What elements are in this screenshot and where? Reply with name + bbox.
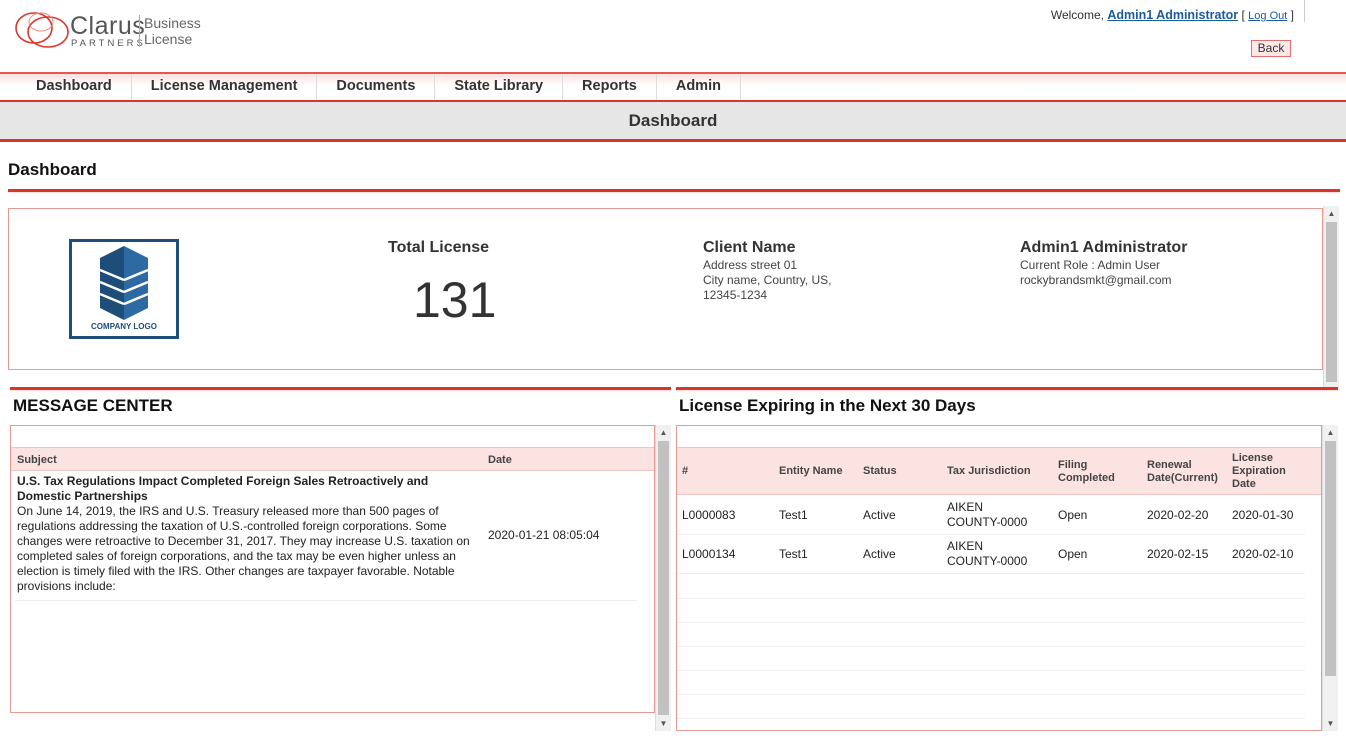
- column-header-filing-completed[interactable]: Filing Completed: [1058, 459, 1128, 485]
- scroll-up-icon[interactable]: ▲: [1324, 206, 1339, 221]
- nav-item-admin[interactable]: Admin: [657, 74, 741, 100]
- empty-row-divider: [677, 622, 1305, 623]
- message-subject: U.S. Tax Regulations Impact Completed Fo…: [17, 474, 429, 503]
- building-icon: [99, 246, 149, 320]
- expiring-scrollbar[interactable]: ▲ ▼: [1322, 425, 1338, 731]
- scroll-thumb[interactable]: [658, 441, 669, 715]
- page-title: Dashboard: [8, 160, 97, 179]
- app-header: Clarus PARTNERS Business License Welcome…: [0, 0, 1346, 72]
- table-header: # Entity Name Status Tax Jurisdiction Fi…: [677, 447, 1321, 495]
- logout-link[interactable]: Log Out: [1248, 10, 1287, 22]
- scroll-thumb[interactable]: [1326, 222, 1337, 382]
- nav-item-state-library[interactable]: State Library: [435, 74, 564, 100]
- admin-name: Admin1 Administrator: [1020, 239, 1188, 256]
- message-scrollbar[interactable]: ▲ ▼: [655, 425, 671, 731]
- table-row[interactable]: L0000134 Test1 Active AIKEN COUNTY-0000 …: [677, 535, 1305, 574]
- total-license-value: 131: [413, 272, 497, 328]
- column-header-expiration-date[interactable]: License Expiration Date: [1232, 452, 1292, 491]
- nav-item-documents[interactable]: Documents: [317, 74, 436, 100]
- column-header-entity-name[interactable]: Entity Name: [779, 465, 843, 478]
- empty-row-divider: [677, 718, 1305, 719]
- expiring-title: License Expiring in the Next 30 Days: [679, 396, 976, 415]
- cell-expiration: 2020-02-10: [1232, 547, 1294, 561]
- product-line-1: Business: [144, 15, 201, 31]
- welcome-area: Welcome, Admin1 Administrator [ Log Out …: [1051, 8, 1294, 22]
- empty-row-divider: [677, 646, 1305, 647]
- admin-email: rockybrandsmkt@gmail.com: [1020, 273, 1172, 287]
- summary-panel: COMPANY LOGO Total License 131 Client Na…: [8, 208, 1323, 370]
- heading-divider: [8, 189, 1340, 194]
- admin-role: Current Role : Admin User: [1020, 258, 1161, 272]
- nav-item-license-management[interactable]: License Management: [132, 74, 318, 100]
- nav-item-reports[interactable]: Reports: [563, 74, 657, 100]
- empty-row-divider: [677, 598, 1305, 599]
- cell-filing: Open: [1058, 547, 1088, 561]
- client-address-line: Address street 01: [703, 258, 798, 272]
- bracket-close: ]: [1290, 8, 1294, 22]
- table-row[interactable]: L0000083 Test1 Active AIKEN COUNTY-0000 …: [677, 496, 1305, 535]
- row-divider: [15, 600, 637, 601]
- cell-entity: Test1: [779, 547, 808, 561]
- client-name: Client Name: [703, 239, 796, 256]
- company-logo-text: COMPANY LOGO: [91, 322, 157, 331]
- cell-expiration: 2020-01-30: [1232, 508, 1294, 522]
- cell-status: Active: [863, 547, 896, 561]
- message-center-rule: [10, 387, 671, 392]
- admin-info: Current Role : Admin User rockybrandsmkt…: [1020, 258, 1172, 288]
- logo-divider: [139, 15, 140, 47]
- scroll-up-icon[interactable]: ▲: [1323, 425, 1338, 440]
- scroll-up-icon[interactable]: ▲: [656, 425, 671, 440]
- brand-name: Clarus: [70, 12, 146, 40]
- page-titlebar: Dashboard: [0, 102, 1346, 142]
- product-line-2: License: [144, 31, 193, 47]
- cell-renewal: 2020-02-20: [1147, 508, 1209, 522]
- message-date: 2020-01-21 08:05:04: [488, 528, 600, 542]
- bracket-open: [: [1241, 8, 1245, 22]
- scroll-down-icon[interactable]: ▼: [1323, 716, 1338, 731]
- product-name: Business License: [144, 15, 201, 47]
- scroll-thumb[interactable]: [1325, 441, 1336, 676]
- welcome-text: Welcome,: [1050, 8, 1104, 22]
- message-center-title: MESSAGE CENTER: [13, 396, 173, 415]
- column-header-status[interactable]: Status: [863, 465, 897, 478]
- page-scrollbar[interactable]: ▲: [1323, 206, 1339, 388]
- nav-item-dashboard[interactable]: Dashboard: [17, 74, 132, 100]
- cell-renewal: 2020-02-15: [1147, 547, 1209, 561]
- main-nav: Dashboard License Management Documents S…: [0, 72, 1346, 102]
- column-header-tax-jurisdiction[interactable]: Tax Jurisdiction: [947, 465, 1031, 478]
- client-address: Address street 01 City name, Country, US…: [703, 258, 831, 303]
- column-header-number[interactable]: #: [682, 465, 688, 478]
- column-header-date[interactable]: Date: [488, 454, 512, 466]
- column-header-subject[interactable]: Subject: [17, 454, 57, 466]
- user-profile-link[interactable]: Admin1 Administrator: [1107, 8, 1238, 22]
- cell-entity: Test1: [779, 508, 808, 522]
- column-header-renewal-date[interactable]: Renewal Date(Current): [1147, 459, 1227, 485]
- brand-sub: PARTNERS: [71, 38, 146, 49]
- scroll-down-icon[interactable]: ▼: [656, 716, 671, 731]
- table-header: Subject Date: [11, 447, 654, 471]
- cell-jurisdiction: AIKEN COUNTY-0000: [947, 539, 1028, 568]
- cell-status: Active: [863, 508, 896, 522]
- cell-number: L0000083: [682, 508, 736, 522]
- client-address-line: 12345-1234: [703, 288, 768, 302]
- back-button[interactable]: Back: [1251, 40, 1291, 57]
- message-body: On June 14, 2019, the IRS and U.S. Treas…: [17, 504, 470, 593]
- empty-row-divider: [677, 670, 1305, 671]
- company-logo: COMPANY LOGO: [69, 239, 179, 339]
- total-license-label: Total License: [388, 239, 490, 256]
- empty-row-divider: [677, 694, 1305, 695]
- message-center-table: Subject Date U.S. Tax Regulations Impact…: [10, 425, 655, 713]
- cell-filing: Open: [1058, 508, 1088, 522]
- message-item[interactable]: U.S. Tax Regulations Impact Completed Fo…: [17, 474, 472, 594]
- clarus-logo[interactable]: Clarus PARTNERS Business License: [14, 8, 214, 52]
- header-divider: [1304, 0, 1305, 22]
- logo-rings-icon: [15, 12, 69, 48]
- cell-jurisdiction: AIKEN COUNTY-0000: [947, 500, 1028, 529]
- expiring-license-table: # Entity Name Status Tax Jurisdiction Fi…: [676, 425, 1322, 731]
- cell-number: L0000134: [682, 547, 736, 561]
- client-address-line: City name, Country, US,: [703, 273, 832, 287]
- expiring-rule: [676, 387, 1338, 392]
